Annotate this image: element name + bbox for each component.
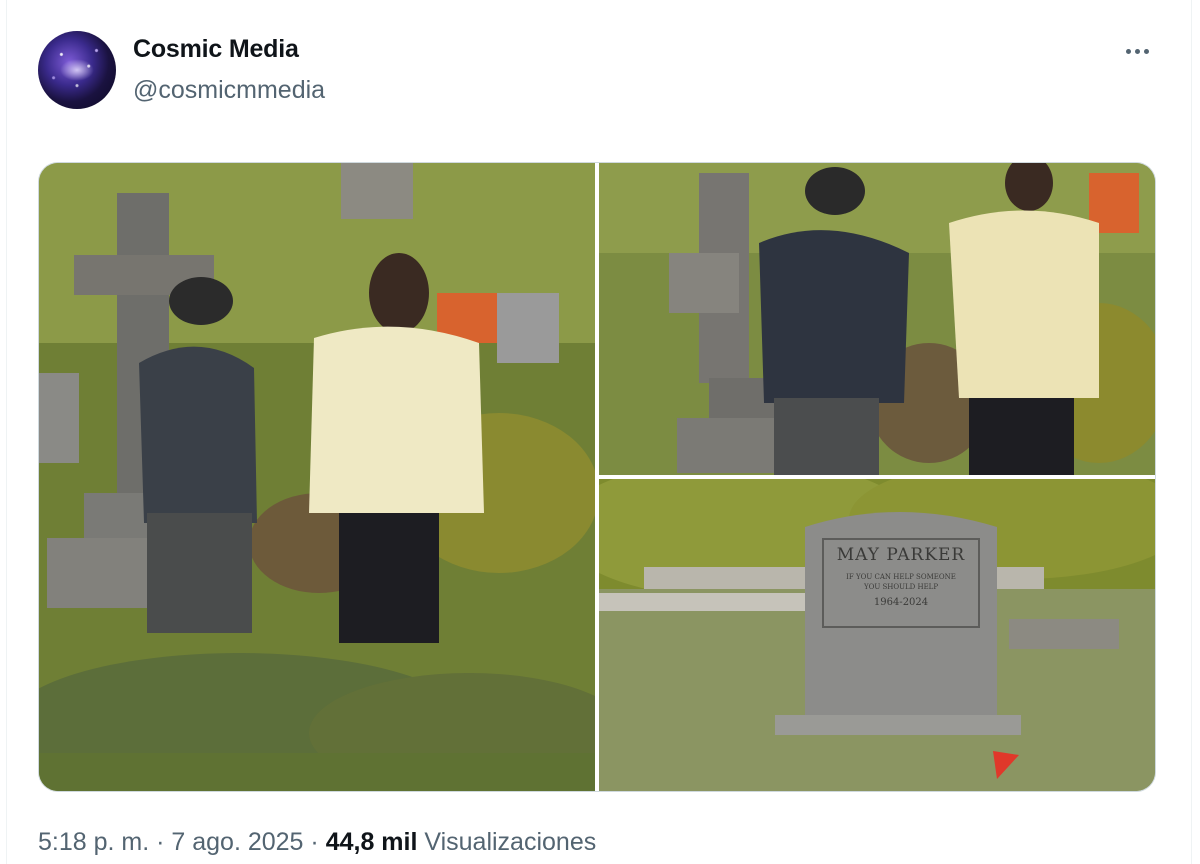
headstone-line-1: IF YOU CAN HELP SOMEONE xyxy=(846,573,956,581)
cemetery-photo-image xyxy=(39,163,595,791)
cemetery-photo-image xyxy=(599,163,1155,475)
media-grid: MAY PARKER IF YOU CAN HELP SOMEONE YOU S… xyxy=(38,162,1156,792)
headstone-photo-image xyxy=(599,479,1155,791)
photo-3[interactable]: MAY PARKER IF YOU CAN HELP SOMEONE YOU S… xyxy=(599,479,1155,791)
tweet-date[interactable]: 7 ago. 2025 xyxy=(171,828,303,856)
meta-separator: · xyxy=(303,828,326,856)
photo-1[interactable] xyxy=(39,163,595,791)
tweet-time[interactable]: 5:18 p. m. xyxy=(38,828,149,856)
meta-separator: · xyxy=(149,828,172,856)
headstone-name: MAY PARKER xyxy=(836,545,966,565)
ellipsis-icon xyxy=(1125,48,1131,54)
views-count[interactable]: 44,8 mil xyxy=(326,828,418,856)
author-handle[interactable]: @cosmicmmedia xyxy=(133,76,325,105)
more-options-button[interactable] xyxy=(1116,36,1158,66)
views-label: Visualizaciones xyxy=(417,828,597,856)
photo-2[interactable] xyxy=(599,163,1155,475)
headstone-line-2: YOU SHOULD HELP xyxy=(863,583,939,591)
headstone-dates: 1964-2024 xyxy=(873,597,929,608)
author-avatar[interactable] xyxy=(38,31,116,109)
tweet-meta: 5:18 p. m. · 7 ago. 2025 · 44,8 mil Visu… xyxy=(38,828,596,857)
author-name[interactable]: Cosmic Media xyxy=(133,35,299,64)
headstone-engraving: MAY PARKER IF YOU CAN HELP SOMEONE YOU S… xyxy=(823,539,979,627)
